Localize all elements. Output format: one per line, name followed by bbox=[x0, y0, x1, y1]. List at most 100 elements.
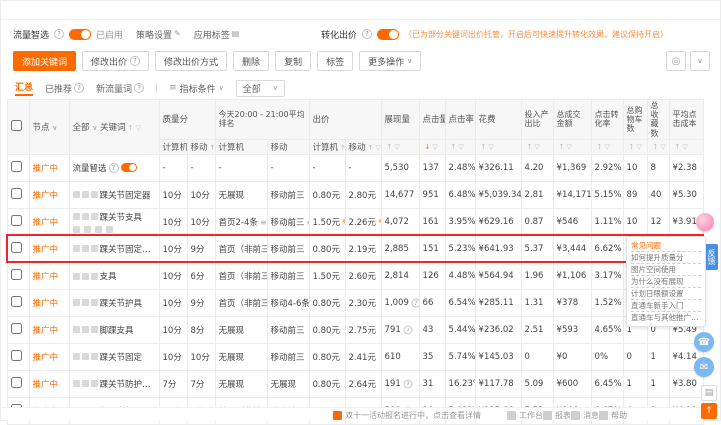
announcement[interactable]: 双十一活动报名进行中，点击查看详情 bbox=[333, 410, 481, 421]
help-link[interactable]: 直通车与其他推广配合 bbox=[631, 312, 701, 323]
favorite-icon[interactable] bbox=[73, 273, 80, 280]
table-row[interactable]: 推广中 踝关节固定器 10分 10分 无展现 移动前三 0.80元 2.80元 … bbox=[7, 181, 703, 208]
impressions-info-icon[interactable] bbox=[403, 379, 412, 388]
trend-icon[interactable] bbox=[82, 273, 89, 280]
help-link[interactable]: 常见问题 bbox=[631, 240, 701, 252]
help-link[interactable]: 直通车新手入门 bbox=[631, 300, 701, 312]
impressions-info-icon[interactable] bbox=[411, 298, 419, 307]
row-checkbox[interactable] bbox=[11, 323, 22, 334]
modify-bid-mode-button[interactable]: 修改出价方式 bbox=[155, 51, 227, 71]
row-checkbox[interactable] bbox=[11, 296, 22, 307]
favorite-icon[interactable] bbox=[73, 353, 80, 360]
keyword-quick-icons[interactable] bbox=[73, 326, 98, 333]
col-bid-mobile[interactable]: 移动 bbox=[345, 139, 381, 154]
add-keyword-button[interactable]: 添加关键词 bbox=[13, 51, 76, 71]
bottom-bar-item[interactable]: 报表 bbox=[543, 410, 571, 421]
sort-cpc[interactable] bbox=[669, 139, 703, 154]
help-link[interactable]: 计划日限额设置 bbox=[631, 288, 701, 300]
help-link[interactable]: 如何提升质量分 bbox=[631, 252, 701, 264]
modify-bid-button[interactable]: 修改出价 bbox=[82, 51, 149, 71]
tag-icon[interactable] bbox=[91, 299, 98, 306]
phone-support-icon[interactable]: ☎ bbox=[694, 332, 714, 352]
select-all-checkbox[interactable] bbox=[11, 120, 22, 131]
bottom-bar-item[interactable]: 消息 bbox=[571, 410, 599, 421]
row-checkbox[interactable] bbox=[11, 215, 22, 226]
sort-gmv[interactable] bbox=[553, 139, 591, 154]
keyword-quick-icons[interactable] bbox=[73, 380, 98, 387]
keyword-action-icons[interactable] bbox=[73, 226, 156, 233]
keyword-quick-icons[interactable] bbox=[73, 273, 98, 280]
col-bid-pc[interactable]: 计算机 bbox=[309, 139, 345, 154]
favorite-icon[interactable] bbox=[73, 380, 80, 387]
table-row[interactable]: 推广中 踝关节固定支具 10分 9分 首页（非前三） 移动前三 0.80元 2.… bbox=[7, 235, 703, 262]
keyword-quick-icons[interactable] bbox=[73, 353, 98, 360]
col-quality-pc[interactable]: 计算机 bbox=[159, 139, 187, 154]
row-checkbox[interactable] bbox=[11, 269, 22, 280]
col-clicks[interactable]: 点击量 bbox=[419, 100, 445, 140]
table-row[interactable]: 推广中 支具 10分 6分 首页（非前三） 移动前三 1.50元 2.60元 2… bbox=[7, 262, 703, 289]
table-row[interactable]: 推广中 踝关节护具 10分 9分 首页（非前三） 移动4-6条 0.80元 2.… bbox=[7, 289, 703, 316]
keyword-quick-icons[interactable] bbox=[73, 191, 98, 198]
col-cost[interactable]: 花费 bbox=[475, 100, 521, 140]
sort-clicks[interactable] bbox=[419, 139, 445, 154]
row-checkbox[interactable] bbox=[11, 377, 22, 388]
col-node[interactable]: 节点 bbox=[29, 100, 69, 155]
help-link[interactable]: 图片空间使用 bbox=[631, 264, 701, 276]
sort-cost[interactable] bbox=[475, 139, 521, 154]
conversion-bid-info-icon[interactable] bbox=[362, 29, 372, 39]
smart-flow-toggle[interactable] bbox=[121, 163, 137, 172]
col-favorites[interactable]: 总收藏数 bbox=[647, 100, 669, 140]
delete-button[interactable]: 删除 bbox=[233, 51, 269, 71]
col-carts[interactable]: 总购物车数 bbox=[623, 100, 647, 140]
favorite-icon[interactable] bbox=[73, 191, 80, 198]
trend-icon[interactable] bbox=[82, 326, 89, 333]
chat-support-icon[interactable]: ✉ bbox=[694, 357, 714, 377]
strategy-settings-link[interactable]: 策略设置 bbox=[136, 28, 181, 41]
sort-roi[interactable] bbox=[521, 139, 553, 154]
lock-icon[interactable] bbox=[95, 226, 102, 233]
conversion-bid-toggle[interactable] bbox=[377, 29, 399, 40]
bell-icon[interactable] bbox=[84, 226, 91, 233]
tag-icon[interactable] bbox=[91, 353, 98, 360]
favorite-icon[interactable] bbox=[73, 213, 80, 220]
tag-button[interactable]: 标签 bbox=[317, 51, 353, 71]
row-checkbox[interactable] bbox=[11, 350, 22, 361]
trend-icon[interactable] bbox=[82, 380, 89, 387]
promo-badge-icon[interactable] bbox=[696, 213, 714, 231]
collapse-button[interactable] bbox=[690, 51, 710, 71]
col-keyword[interactable]: 全部 关键词 bbox=[69, 100, 159, 155]
row-checkbox[interactable] bbox=[11, 188, 22, 199]
info-icon[interactable] bbox=[109, 163, 119, 173]
sort-cvr[interactable] bbox=[591, 139, 623, 154]
col-gmv[interactable]: 总成交金额 bbox=[553, 100, 591, 140]
minus-icon[interactable] bbox=[106, 226, 113, 233]
tab-recommended[interactable]: 已推荐 bbox=[45, 82, 84, 95]
tag-icon[interactable] bbox=[91, 245, 98, 252]
flow-smart-toggle[interactable] bbox=[69, 29, 91, 40]
col-cpc[interactable]: 平均点击成本 bbox=[669, 100, 703, 140]
more-actions-button[interactable]: 更多操作 bbox=[359, 51, 421, 71]
table-row[interactable]: 推广中 踝关节防护支具 7分 7分 无展现 无展现 0.80元 2.64元 19… bbox=[7, 370, 703, 397]
trend-icon[interactable] bbox=[82, 245, 89, 252]
trend-icon[interactable] bbox=[82, 299, 89, 306]
analysis-icon[interactable] bbox=[73, 226, 80, 233]
menu-button[interactable]: ▤ bbox=[701, 385, 717, 401]
tag-icon[interactable] bbox=[91, 380, 98, 387]
favorite-icon[interactable] bbox=[73, 245, 80, 252]
apply-tag-link[interactable]: 应用标签 bbox=[194, 28, 240, 41]
keyword-quick-icons[interactable] bbox=[73, 299, 98, 306]
sort-ctr[interactable] bbox=[445, 139, 475, 154]
table-row[interactable]: 推广中 踝关节支具 10分 10分 首页2-4条 移动前三 1.50元 2.26… bbox=[7, 208, 703, 235]
trend-icon[interactable] bbox=[82, 213, 89, 220]
sort-impressions[interactable] bbox=[381, 139, 419, 154]
bottom-bar-item[interactable]: 工作台 bbox=[507, 410, 543, 421]
trend-icon[interactable] bbox=[82, 353, 89, 360]
metric-condition-button[interactable]: 指标条件 bbox=[169, 82, 224, 95]
keyword-quick-icons[interactable] bbox=[73, 245, 98, 252]
col-impressions[interactable]: 展现量 bbox=[381, 100, 419, 140]
feedback-tab[interactable]: 反馈 bbox=[706, 244, 718, 270]
col-roi[interactable]: 投入产出比 bbox=[521, 100, 553, 140]
tab-summary[interactable]: 汇总 bbox=[15, 80, 33, 96]
tag-icon[interactable] bbox=[91, 273, 98, 280]
table-row[interactable]: 推广中 流量智选 - - - - - - 5,530 137 2.48% ¥32… bbox=[7, 154, 703, 181]
